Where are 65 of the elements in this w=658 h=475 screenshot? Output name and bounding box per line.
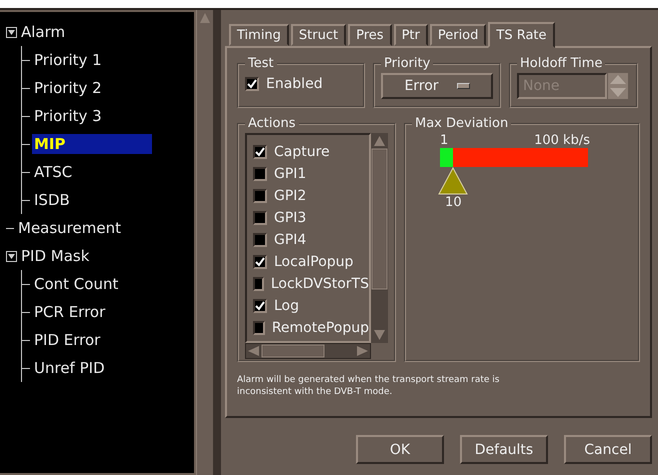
tab[interactable]: Struct (290, 24, 346, 46)
dialog-button[interactable]: Cancel (564, 435, 652, 464)
checkbox-label: GPI2 (274, 188, 306, 204)
checkbox-label: Log (274, 298, 300, 314)
tab[interactable]: Ptr (394, 24, 428, 46)
tree-item[interactable]: PCR Error (32, 302, 108, 322)
group-title: Actions (247, 116, 296, 131)
checkbox-label: Capture (274, 144, 330, 160)
dropdown-indicator-icon (456, 83, 470, 89)
max-label: 100 kb/s (534, 133, 590, 148)
tab[interactable]: Pres (348, 24, 392, 46)
tree-item[interactable]: Priority 1 (32, 50, 105, 70)
scrollbar[interactable] (245, 343, 371, 359)
checkbox[interactable] (253, 167, 267, 181)
checkbox[interactable] (253, 299, 267, 313)
checkbox[interactable] (253, 211, 267, 225)
checkbox-label: RemotePopup (272, 320, 369, 336)
checkbox-label: GPI3 (274, 210, 306, 226)
tree-item[interactable]: Cont Count (32, 274, 122, 294)
tab[interactable]: Timing (229, 24, 289, 46)
collapse-toggle[interactable] (6, 26, 17, 38)
check-icon (255, 147, 265, 157)
tree-item[interactable]: MIP (32, 134, 152, 154)
checkbox[interactable] (245, 77, 259, 91)
tree-item[interactable]: Measurement (16, 218, 124, 238)
checkbox-label: GPI4 (274, 232, 306, 248)
checkbox[interactable] (253, 321, 265, 335)
check-icon (247, 79, 257, 89)
triangle-icon (8, 30, 15, 34)
slider-value: 10 (445, 195, 462, 210)
dialog-button[interactable]: Defaults (460, 435, 548, 464)
check-icon (255, 301, 265, 311)
scrollbar[interactable] (371, 133, 388, 343)
tree-item[interactable]: PID Mask (19, 246, 92, 266)
checkbox-label: GPI1 (274, 166, 306, 182)
tree-item[interactable]: Priority 2 (32, 78, 105, 98)
triangle-icon (8, 254, 15, 258)
checkbox[interactable] (253, 255, 267, 269)
collapse-toggle[interactable] (6, 250, 17, 262)
tree-item[interactable]: PID Error (32, 330, 104, 350)
group-title: Priority (383, 56, 432, 71)
check-icon (255, 257, 265, 267)
tree-item[interactable]: ISDB (32, 190, 73, 210)
checkbox-label: LockDVStorTS (270, 276, 369, 292)
checkbox-label: Enabled (266, 76, 323, 92)
min-label: 1 (440, 133, 448, 148)
checkbox-label: LocalPopup (274, 254, 354, 270)
group-title: Holdoff Time (519, 56, 604, 71)
help-text: Alarm will be generated when the transport stream rate is inconsistent with the DVB-T mode. (237, 374, 500, 398)
tab[interactable]: TS Rate (488, 22, 555, 48)
tab[interactable]: Period (430, 24, 486, 46)
dialog-button[interactable]: OK (356, 435, 444, 464)
tree-item[interactable]: Priority 3 (32, 106, 105, 126)
checkbox[interactable] (253, 145, 267, 159)
priority-dropdown[interactable]: Error (381, 73, 493, 99)
checkbox[interactable] (253, 277, 264, 291)
enabled-checkbox[interactable]: Enabled (245, 73, 357, 95)
tree-item[interactable]: Alarm (19, 22, 68, 42)
tree-item[interactable]: ATSC (32, 162, 76, 182)
checkbox[interactable] (253, 233, 267, 247)
group-title: Test (247, 56, 275, 71)
checkbox[interactable] (253, 189, 267, 203)
scrollbar[interactable] (196, 10, 214, 475)
tree-item[interactable]: Unref PID (32, 358, 108, 378)
group-title: Max Deviation (414, 116, 510, 131)
